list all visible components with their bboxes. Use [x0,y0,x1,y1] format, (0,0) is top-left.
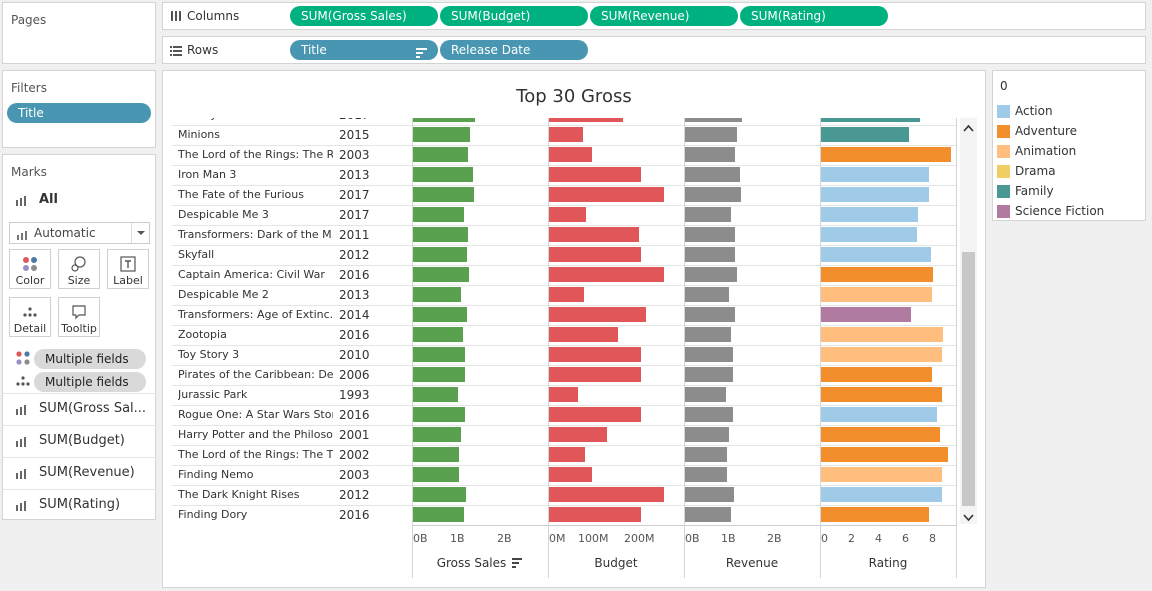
marks-all-label: All [39,192,58,207]
column-pill-gross-sales[interactable]: SUM(Gross Sales) [290,6,438,26]
filters-title: Filters [11,81,47,95]
legend-label: Action [1015,104,1053,118]
scroll-up-icon[interactable] [963,121,974,135]
color-legend: 0 Action Adventure Animation Drama Famil… [992,70,1146,221]
marks-measure-label: SUM(Rating) [39,497,121,512]
scroll-down-icon[interactable] [963,511,974,525]
color-dots-icon [10,254,50,274]
detail-multiple-fields-pill[interactable]: Multiple fields [34,372,146,392]
columns-icon [170,10,182,25]
mark-type-dropdown[interactable]: Automatic [9,222,150,244]
bar-chart-icon [16,195,28,209]
marks-title: Marks [11,165,47,179]
viz-area [162,70,986,588]
pages-title: Pages [11,13,47,27]
column-pill-rating[interactable]: SUM(Rating) [740,6,888,26]
scrollbar-thumb[interactable] [962,252,975,506]
detail-button[interactable]: Detail [9,297,51,337]
legend-label: Drama [1015,164,1056,178]
marks-all-tab[interactable]: All [3,187,155,213]
columns-label: Columns [187,9,240,23]
detail-multi-icon [15,375,31,390]
size-button-label: Size [67,274,91,287]
label-icon [108,254,148,274]
legend-label: Family [1015,184,1054,198]
bar-chart-icon [16,404,28,418]
legend-label: Science Fiction [1015,204,1105,218]
filter-pill-title[interactable]: Title [7,103,151,123]
column-pill-budget[interactable]: SUM(Budget) [440,6,588,26]
bar-chart-icon [16,468,28,482]
color-multi-icon [15,351,31,368]
legend-label: Animation [1015,144,1077,158]
marks-card: Marks All Automatic Color Size Label Det… [2,154,157,520]
color-button[interactable]: Color [9,249,51,289]
legend-swatch [997,105,1010,118]
marks-measure-label: SUM(Budget) [39,433,125,448]
legend-label: Adventure [1015,124,1078,138]
detail-button-label: Detail [13,322,47,335]
mark-type-value: Automatic [34,226,96,240]
size-button[interactable]: Size [58,249,100,289]
rows-icon [170,45,182,60]
marks-measure-rating[interactable]: SUM(Rating) [3,489,157,520]
label-button[interactable]: Label [107,249,149,289]
legend-title: 0 [1000,79,1008,93]
detail-dots-icon [10,302,50,322]
tooltip-button-label: Tooltip [61,322,97,335]
legend-swatch [997,125,1010,138]
marks-measure-gross-sales[interactable]: SUM(Gross Sal... [3,393,157,424]
filters-card: Filters Title [2,70,156,148]
pages-card: Pages [2,2,156,64]
mark-type-bar-icon [17,229,27,243]
column-pill-revenue[interactable]: SUM(Revenue) [590,6,738,26]
row-pill-title[interactable]: Title [290,40,438,60]
rows-label: Rows [187,43,219,57]
color-button-label: Color [15,274,45,287]
size-icon [59,254,99,274]
color-multiple-fields-pill[interactable]: Multiple fields [34,349,146,369]
marks-measure-label: SUM(Revenue) [39,465,135,480]
sort-descending-icon [416,44,428,60]
rows-shelf[interactable]: Rows Title Release Date [162,36,1146,64]
legend-swatch [997,205,1010,218]
chevron-down-icon [131,223,149,243]
marks-measure-revenue[interactable]: SUM(Revenue) [3,457,157,488]
tooltip-button[interactable]: Tooltip [58,297,100,337]
tooltip-icon [59,302,99,322]
legend-swatch [997,185,1010,198]
marks-measure-label: SUM(Gross Sal... [39,401,147,416]
bar-chart-icon [16,500,28,514]
vertical-scrollbar[interactable] [960,118,977,524]
columns-shelf[interactable]: Columns SUM(Gross Sales) SUM(Budget) SUM… [162,2,1146,30]
legend-swatch [997,145,1010,158]
bar-chart-icon [16,436,28,450]
chart-title: Top 30 Gross [516,86,632,107]
row-pill-title-label: Title [301,43,327,57]
row-pill-release-date[interactable]: Release Date [440,40,588,60]
label-button-label: Label [113,274,143,287]
legend-swatch [997,165,1010,178]
marks-measure-budget[interactable]: SUM(Budget) [3,425,157,456]
